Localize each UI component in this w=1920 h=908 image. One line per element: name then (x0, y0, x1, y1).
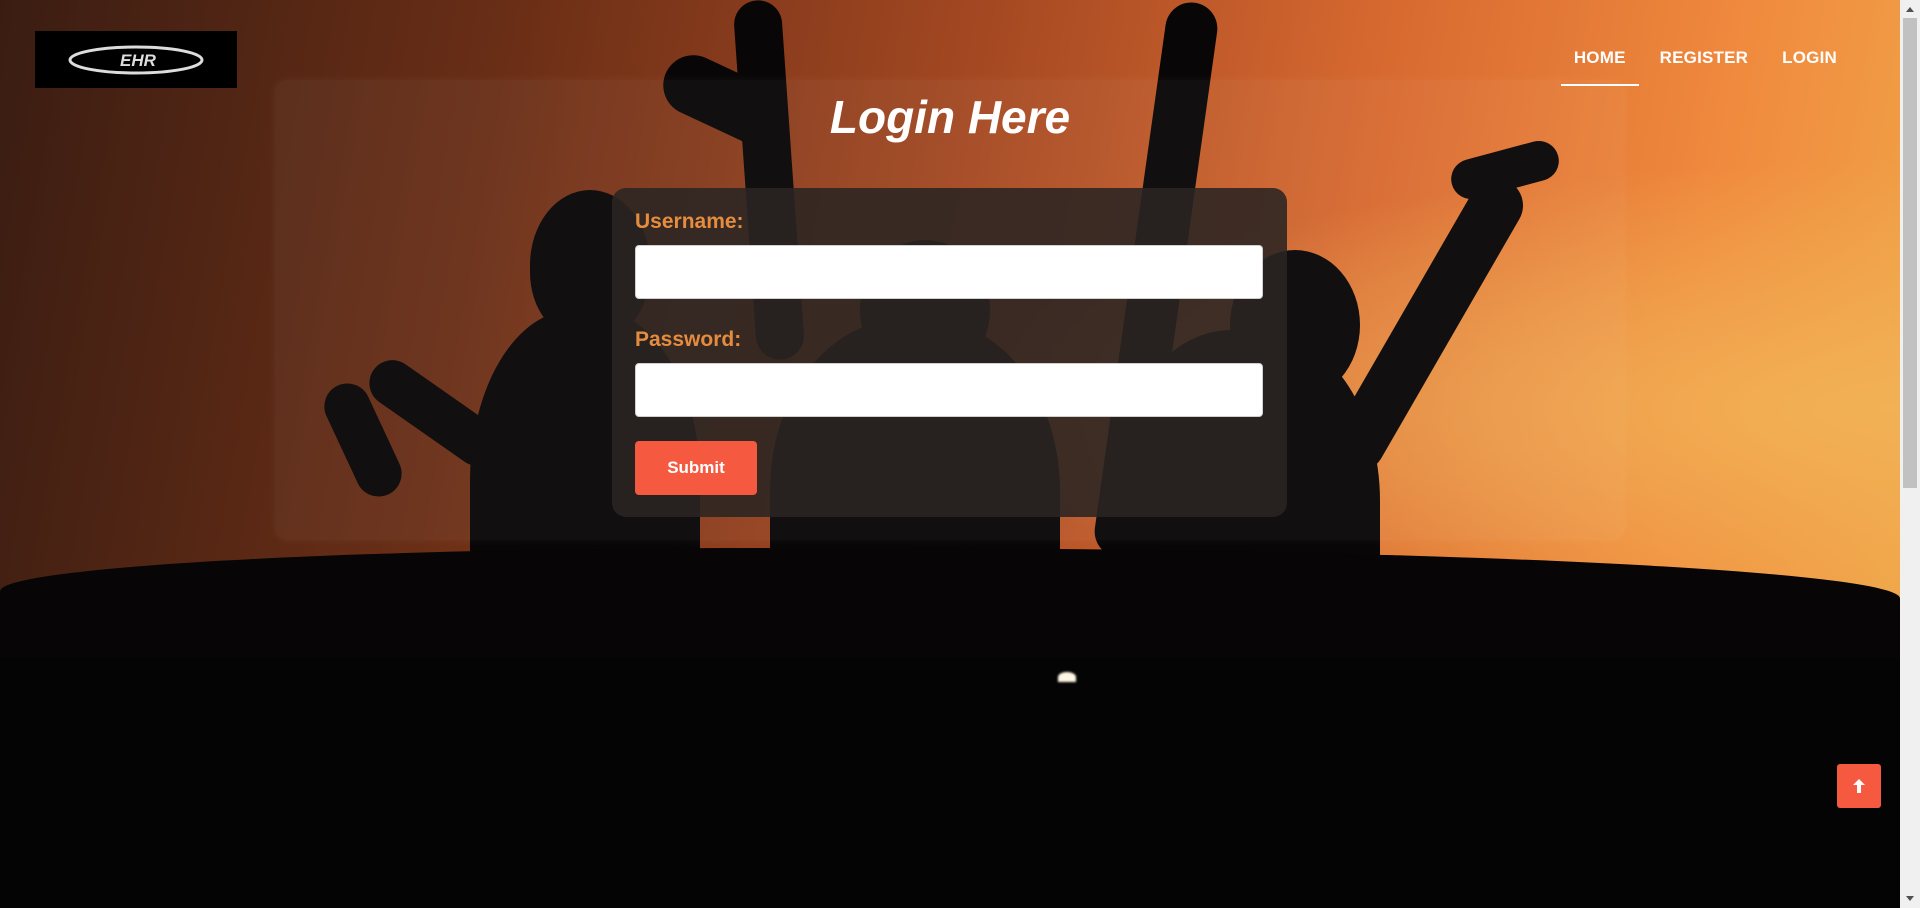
nav-register[interactable]: REGISTER (1647, 40, 1762, 86)
arrow-up-icon (1853, 779, 1865, 793)
login-form: Username: Password: Submit (612, 188, 1287, 517)
site-logo[interactable]: EHR (35, 31, 237, 88)
nav-login[interactable]: LOGIN (1769, 40, 1850, 86)
nav-home[interactable]: HOME (1560, 40, 1639, 86)
submit-button[interactable]: Submit (635, 441, 757, 495)
svg-text:EHR: EHR (120, 51, 157, 70)
username-input[interactable] (635, 245, 1263, 299)
password-input[interactable] (635, 363, 1263, 417)
main-nav: HOME REGISTER LOGIN (1560, 40, 1850, 86)
page-background: EHR HOME REGISTER LOGIN Login Here Usern… (0, 0, 1900, 908)
scroll-down-arrow-icon[interactable] (1900, 890, 1920, 908)
scroll-up-arrow-icon[interactable] (1900, 0, 1920, 18)
username-label: Username: (635, 210, 744, 233)
password-label: Password: (635, 328, 742, 351)
vertical-scrollbar[interactable] (1900, 0, 1920, 908)
ehr-logo-icon: EHR (68, 45, 204, 74)
page-title: Login Here (829, 91, 1071, 143)
scrollbar-thumb[interactable] (1903, 18, 1917, 488)
scroll-to-top-button[interactable] (1837, 764, 1881, 808)
